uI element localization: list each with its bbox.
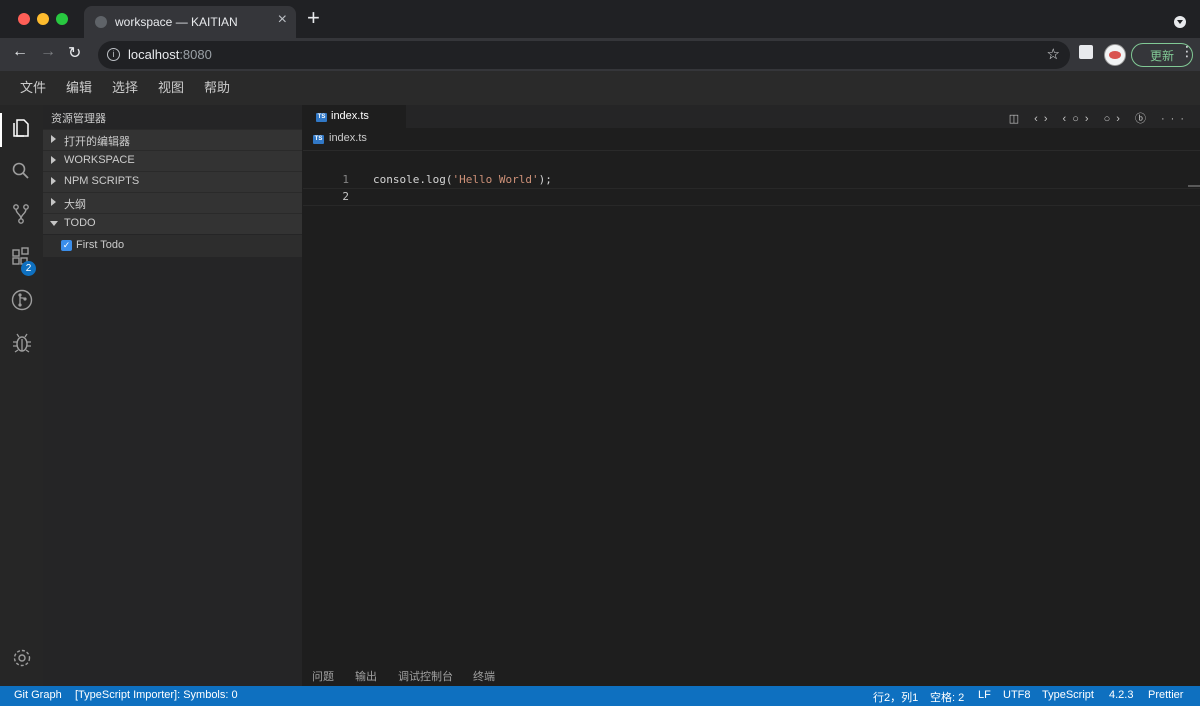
browser-tab-title: workspace — KAITIAN bbox=[115, 15, 238, 29]
status-prettier[interactable]: Prettier bbox=[1148, 689, 1183, 701]
chevron-right-icon bbox=[51, 198, 56, 206]
section-todo[interactable]: TODO bbox=[43, 213, 302, 234]
todo-checkbox[interactable]: ✓ bbox=[61, 240, 72, 251]
section-label: TODO bbox=[64, 217, 96, 229]
status-indentation[interactable]: 空格: 2 bbox=[930, 689, 964, 705]
activity-extensions[interactable]: 2 bbox=[0, 238, 43, 278]
browser-toolbar: ← → ↻ i localhost:8080 ☆ 更新 ⋮ bbox=[0, 38, 1200, 71]
extensions-puzzle-icon[interactable] bbox=[1079, 45, 1093, 59]
editor-tab-index-ts[interactable]: TS index.ts bbox=[303, 105, 406, 128]
section-workspace[interactable]: WORKSPACE bbox=[43, 150, 302, 171]
line-number: 2 bbox=[342, 190, 349, 203]
reload-icon[interactable]: ↻ bbox=[68, 43, 81, 63]
code-text: console.log('Hello World'); bbox=[373, 173, 552, 186]
menu-file[interactable]: 文件 bbox=[20, 77, 46, 96]
tab-close-icon[interactable]: × bbox=[278, 11, 287, 29]
activity-settings[interactable] bbox=[0, 639, 43, 679]
editor-tab-bar: TS index.ts ◫ ‹› ‹○› ○› ⓑ ··· bbox=[303, 105, 1200, 128]
breadcrumb: TS index.ts bbox=[303, 128, 1200, 151]
section-outline[interactable]: 大纲 bbox=[43, 192, 302, 213]
status-bar: Git Graph [TypeScript Importer]: Symbols… bbox=[0, 686, 1200, 706]
search-icon bbox=[12, 162, 29, 179]
todo-item[interactable]: ✓ First Todo bbox=[43, 235, 302, 257]
code-segment: ); bbox=[538, 173, 552, 186]
address-bar[interactable]: i localhost:8080 ☆ bbox=[98, 41, 1070, 69]
status-ts-version[interactable]: 4.2.3 bbox=[1109, 689, 1133, 701]
chevron-right-icon bbox=[51, 135, 56, 143]
url-port: :8080 bbox=[179, 47, 212, 62]
activity-explorer[interactable] bbox=[0, 109, 43, 149]
new-tab-button[interactable]: + bbox=[307, 6, 320, 30]
chevron-right-icon bbox=[51, 177, 56, 185]
section-open-editors[interactable]: 打开的编辑器 bbox=[43, 129, 302, 150]
browser-menu-icon[interactable]: ⋮ bbox=[1180, 43, 1194, 60]
status-encoding[interactable]: UTF8 bbox=[1003, 689, 1031, 701]
section-label: 打开的编辑器 bbox=[64, 136, 130, 148]
menu-view[interactable]: 视图 bbox=[158, 77, 184, 96]
tab-problems[interactable]: 问题 bbox=[312, 668, 334, 684]
debug-icon bbox=[13, 333, 31, 353]
status-cursor-position[interactable]: 行2，列1 bbox=[873, 689, 918, 705]
section-label: WORKSPACE bbox=[64, 154, 135, 166]
menu-edit[interactable]: 编辑 bbox=[66, 77, 92, 96]
tab-debug-console[interactable]: 调试控制台 bbox=[398, 668, 453, 684]
typescript-file-icon: TS bbox=[313, 135, 324, 144]
menu-selection[interactable]: 选择 bbox=[112, 77, 138, 96]
site-info-icon[interactable]: i bbox=[107, 48, 120, 61]
status-ts-importer[interactable]: [TypeScript Importer]: Symbols: 0 bbox=[75, 689, 238, 701]
section-npm-scripts[interactable]: NPM SCRIPTS bbox=[43, 171, 302, 192]
url-text: localhost:8080 bbox=[128, 47, 212, 62]
typescript-file-icon: TS bbox=[316, 113, 327, 122]
globe-icon bbox=[95, 16, 107, 28]
activity-bar: 2 bbox=[0, 105, 43, 686]
sidebar-title: 资源管理器 bbox=[51, 113, 106, 125]
files-icon bbox=[13, 119, 29, 137]
editor-actions-icons[interactable]: ◫ ‹› ‹○› ○› ⓑ ··· bbox=[1009, 110, 1190, 126]
code-line: 1 console.log('Hello World'); bbox=[303, 172, 1200, 188]
forward-icon[interactable]: → bbox=[40, 43, 56, 61]
code-line-current: 2 bbox=[303, 188, 1200, 206]
activity-search[interactable] bbox=[0, 152, 43, 192]
editor-tab-label: index.ts bbox=[331, 110, 369, 122]
tab-search-icon[interactable] bbox=[1174, 16, 1186, 28]
extensions-badge: 2 bbox=[21, 261, 36, 276]
gear-icon bbox=[13, 649, 31, 667]
code-editor[interactable]: 1 console.log('Hello World'); 2 bbox=[303, 151, 1200, 664]
tab-terminal[interactable]: 终端 bbox=[473, 668, 495, 684]
close-window-button[interactable] bbox=[18, 13, 30, 25]
app-menu-bar: 文件 编辑 选择 视图 帮助 bbox=[0, 71, 1200, 105]
back-icon[interactable]: ← bbox=[12, 43, 28, 61]
chevron-right-icon bbox=[51, 156, 56, 164]
breadcrumb-file[interactable]: index.ts bbox=[329, 132, 367, 144]
status-git-graph[interactable]: Git Graph bbox=[14, 689, 62, 701]
activity-debug[interactable] bbox=[0, 324, 43, 364]
bookmark-star-icon[interactable]: ☆ bbox=[1047, 45, 1060, 63]
browser-tab-strip: workspace — KAITIAN × + bbox=[0, 0, 1200, 38]
maximize-window-button[interactable] bbox=[56, 13, 68, 25]
activity-source-control[interactable] bbox=[0, 195, 43, 235]
todo-item-label: First Todo bbox=[76, 239, 125, 251]
browser-tab[interactable]: workspace — KAITIAN × bbox=[84, 6, 296, 38]
overview-ruler-cursor bbox=[1188, 185, 1200, 187]
line-number: 1 bbox=[342, 173, 349, 186]
code-segment: console.log( bbox=[373, 173, 453, 186]
status-language[interactable]: TypeScript bbox=[1042, 689, 1094, 701]
status-line-ending[interactable]: LF bbox=[978, 689, 991, 701]
minimize-window-button[interactable] bbox=[37, 13, 49, 25]
section-label: NPM SCRIPTS bbox=[64, 175, 140, 187]
panel-tab-bar: 问题 输出 调试控制台 终端 bbox=[303, 664, 1200, 686]
tab-output[interactable]: 输出 bbox=[355, 668, 377, 684]
profile-avatar[interactable] bbox=[1104, 44, 1126, 66]
code-string: 'Hello World' bbox=[452, 173, 539, 186]
activity-git-graph[interactable] bbox=[0, 281, 43, 321]
menu-help[interactable]: 帮助 bbox=[204, 77, 230, 96]
git-graph-icon bbox=[11, 289, 33, 311]
explorer-sidebar: 资源管理器 打开的编辑器 WORKSPACE NPM SCRIPTS 大纲 TO… bbox=[43, 105, 302, 686]
url-host: localhost bbox=[128, 47, 180, 62]
chevron-down-icon bbox=[50, 221, 58, 226]
section-label: 大纲 bbox=[64, 199, 86, 211]
source-control-icon bbox=[13, 204, 29, 224]
